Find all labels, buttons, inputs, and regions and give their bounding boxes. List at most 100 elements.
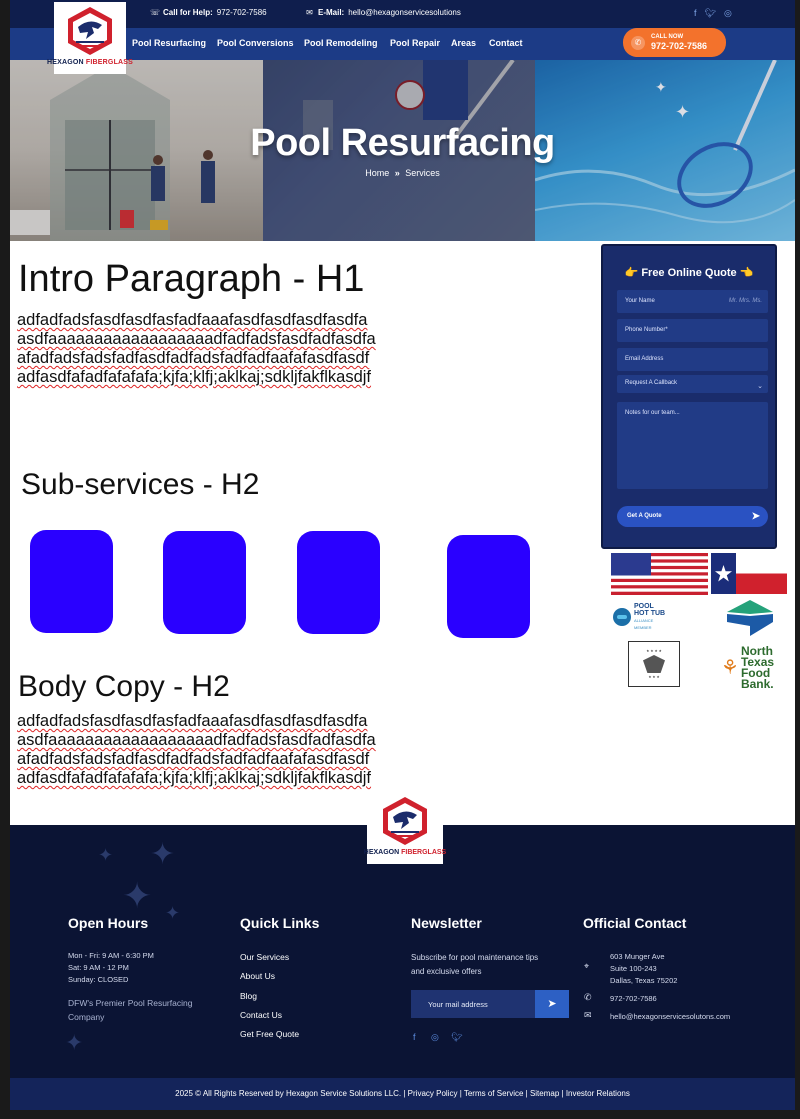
intro-line: adfasdfafadfafafafa;kjfa;klfj;aklkaj;sdk… [17,368,372,386]
sparkle-icon: ✦ [122,875,153,916]
address-line: Dallas, Texas 75202 [610,976,678,985]
chevron-partner-icon [727,600,773,636]
hours-line: Mon - Fri: 9 AM - 6:30 PM [68,951,154,960]
subservice-tile-3[interactable] [297,531,380,634]
help-phone-number[interactable]: 972-702-7586 [217,8,267,17]
tagline-line: Company [68,1012,105,1022]
newsletter-submit-button[interactable]: ➤ [535,990,569,1018]
get-quote-button[interactable]: Get A Quote ➤ [617,506,768,527]
us-flag-icon [611,553,708,595]
instagram-icon[interactable]: ◎ [724,8,732,19]
sparkle-icon: ✦ [150,838,176,871]
newsletter-text: Subscribe for pool maintenance tips and … [411,951,538,979]
page: ☏ Call for Help: 972-702-7586 ✉ E-Mail: … [0,0,800,1119]
body-line: asdfaaaaaaaaaaaaaaaaaadfadfadsfasdfadfas… [17,731,376,749]
wounded-warrior-badge: ★ ★ ★ ★ ★ ★ ★ [628,641,680,687]
twitter-icon[interactable]: 🐦︎ [705,8,716,19]
body-copy-paragraph: adfadfadsfasdfasdfasfadfaaafasdfasdfasdf… [17,712,376,788]
pool-alliance-line: ALLIANCE [634,618,654,623]
footer-link-quote[interactable]: Get Free Quote [240,1029,299,1039]
hours-line: Sunday: CLOSED [68,975,129,984]
footer-link-contact[interactable]: Contact Us [240,1010,282,1020]
body-line: adfasdfafadfafafafa;kjfa;klfj;aklkaj;sdk… [17,769,372,787]
pool-alliance-line: HOT TUB [634,610,666,617]
help-label: Call for Help: [163,8,213,17]
name-field-placeholder: Mr. Mrs. Ms. [728,298,762,304]
footer-logo[interactable]: HEXAGON FIBERGLASS [363,792,447,864]
hero-banner: ✦ ✦ Pool Resurfacing Home » Services [10,60,795,241]
wounded-warrior-text: ★ ★ ★ ★ [646,649,662,653]
subservice-tile-2[interactable] [163,531,246,634]
email-field[interactable]: Email Address [617,348,768,371]
email-label: E-Mail: [318,8,345,17]
footer-logo-text: HEXAGON FIBERGLASS [363,849,447,856]
name-field[interactable]: Your Name Mr. Mrs. Ms. [617,290,768,313]
quick-links-heading: Quick Links [240,915,320,931]
sparkle-icon: ✦ [165,903,181,923]
hexagon-eagle-icon [383,797,427,845]
nav-pool-conversions[interactable]: Pool Conversions [217,38,294,48]
quote-form: 👉 Free Online Quote 👈 Your Name Mr. Mrs.… [601,244,777,549]
phone-icon: ✆ [584,992,592,1002]
breadcrumb-separator: » [394,168,400,178]
call-now-label: CALL NOW [651,34,684,40]
pool-hot-tub-alliance-badge: POOL HOT TUB ALLIANCE MEMBER [613,602,693,632]
subservices-heading: Sub-services - H2 [21,468,260,501]
footer-link-about[interactable]: About Us [240,971,275,981]
intro-paragraph: adfadfadsfasdfasdfasfadfaaafasdfasdfasdf… [17,311,376,387]
nav-pool-resurfacing[interactable]: Pool Resurfacing [132,38,206,48]
site-logo[interactable]: HEXAGON FIBERGLASS [47,2,133,74]
nav-areas[interactable]: Areas [451,38,476,48]
footer-email[interactable]: hello@hexagonservicesolutons.com [610,1011,730,1023]
top-social: f 🐦︎ ◎ [694,8,732,19]
top-email[interactable]: ✉ E-Mail: hello@hexagonservicesolutions [305,8,461,17]
page-title: Pool Resurfacing [250,122,555,164]
bottom-strip [10,1110,795,1119]
nav-pool-repair[interactable]: Pool Repair [390,38,440,48]
nav-contact[interactable]: Contact [489,38,523,48]
phone-icon: ✆ [631,35,645,50]
intro-line: asdfaaaaaaaaaaaaaaaaaadfadfadsfasdfadfas… [17,330,376,348]
call-now-button[interactable]: ✆ CALL NOW 972-702-7586 [623,28,726,57]
map-pin-icon: ⌖ [584,961,590,971]
facebook-icon[interactable]: f [694,8,697,19]
help-phone[interactable]: ☏ Call for Help: 972-702-7586 [150,8,267,17]
footer-phone[interactable]: 972-702-7586 [610,993,657,1005]
newsletter-line: and exclusive offers [411,967,482,976]
callback-select[interactable]: Request A Callback ⌄ [617,375,768,393]
nav-pool-remodeling[interactable]: Pool Remodeling [304,38,378,48]
breadcrumb-home[interactable]: Home [365,168,389,178]
hours-heading: Open Hours [68,915,149,931]
instagram-icon[interactable]: ◎ [431,1032,439,1043]
food-bank-line: Bank. [740,676,774,691]
phone-field[interactable]: Phone Number* [617,319,768,342]
mail-icon: ✉ [584,1010,592,1020]
notes-textarea[interactable]: Notes for our team... [617,402,768,489]
breadcrumb-current: Services [405,168,440,178]
address: 603 Munger Ave Suite 100-243 Dallas, Tex… [610,951,677,987]
footer-link-blog[interactable]: Blog [240,991,257,1001]
breadcrumb: Home » Services [10,168,795,178]
send-arrow-icon: ➤ [751,511,760,522]
sparkle-icon: ✦ [65,1030,84,1055]
subservice-tile-4[interactable] [447,535,530,638]
wheat-icon: ⚘ [721,656,739,679]
top-bar: ☏ Call for Help: 972-702-7586 ✉ E-Mail: … [10,0,795,28]
subservice-tile-1[interactable] [30,530,113,633]
wounded-warrior-text: ★ ★ ★ [648,675,660,679]
facebook-icon[interactable]: f [413,1032,416,1042]
contact-heading: Official Contact [583,915,687,931]
newsletter-heading: Newsletter [411,915,482,931]
email-address[interactable]: hello@hexagonservicesolutions [348,8,461,17]
newsletter-email-input[interactable]: Your mail address [411,990,535,1018]
body-copy-heading: Body Copy - H2 [18,670,230,703]
body-line: afadfadsfadsfadfasdfadfadsfadfadfaafafas… [17,750,370,768]
hexagon-eagle-icon [68,7,112,55]
copyright-bar: 2025 © All Rights Reserved by Hexagon Se… [10,1078,795,1110]
address-line: 603 Munger Ave [610,952,665,961]
twitter-icon[interactable]: 🐦︎ [451,1032,462,1043]
pool-alliance-icon [613,608,631,626]
address-line: Suite 100-243 [610,964,657,973]
phone-icon: ☏ [150,8,161,17]
footer-link-services[interactable]: Our Services [240,952,289,962]
